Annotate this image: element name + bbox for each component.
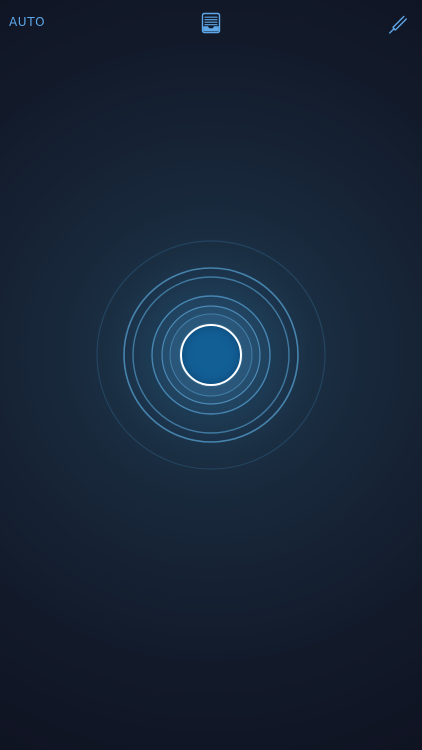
record-button[interactable] — [180, 324, 242, 386]
sonar-visualizer — [95, 239, 327, 471]
top-bar: AUTO — [0, 0, 422, 44]
tuning-fork-button[interactable] — [387, 11, 411, 35]
app-root: AUTO — [0, 0, 422, 750]
inbox-tray-icon — [201, 12, 221, 34]
auto-mode-button[interactable]: AUTO — [9, 15, 45, 29]
tuning-fork-icon — [389, 15, 407, 34]
inbox-button[interactable] — [199, 11, 223, 35]
